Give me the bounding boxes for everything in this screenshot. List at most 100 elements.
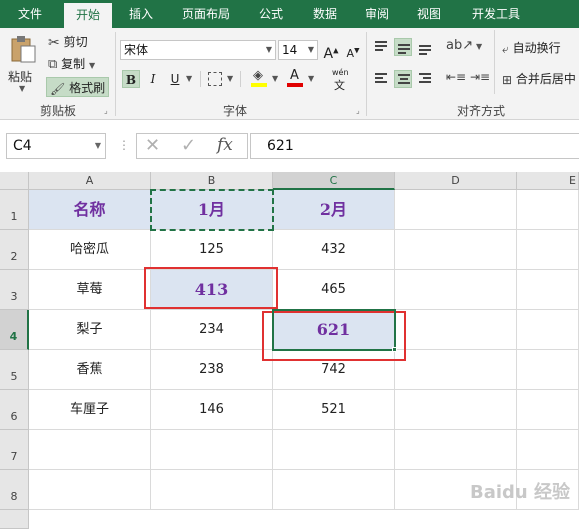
column-header-e[interactable]: E: [517, 172, 579, 190]
tab-file[interactable]: 文件: [0, 0, 60, 28]
merge-center-button[interactable]: ⊞ 合并后居中: [502, 69, 576, 89]
cell-b2[interactable]: 125: [151, 230, 273, 270]
phonetic-guide-button[interactable]: wén 文: [326, 68, 356, 92]
cell-b7[interactable]: [151, 430, 273, 470]
fill-handle[interactable]: [392, 347, 397, 352]
cell-d2[interactable]: [395, 230, 517, 270]
row-header-9[interactable]: [0, 510, 29, 529]
cell-a6[interactable]: 车厘子: [29, 390, 151, 430]
align-bottom-button[interactable]: [416, 38, 434, 56]
tab-view[interactable]: 视图: [406, 0, 452, 28]
row-header-3[interactable]: 3: [0, 270, 29, 310]
chevron-down-icon[interactable]: ▼: [272, 74, 278, 83]
cell-e1[interactable]: [517, 190, 579, 230]
font-color-button[interactable]: A: [286, 68, 306, 88]
cell-c7[interactable]: [273, 430, 395, 470]
column-header-c[interactable]: C: [273, 172, 395, 190]
cell-c3[interactable]: 465: [273, 270, 395, 310]
chevron-down-icon[interactable]: ▼: [227, 74, 233, 83]
column-header-d[interactable]: D: [395, 172, 517, 190]
formula-input[interactable]: 621: [250, 133, 579, 159]
row-header-5[interactable]: 5: [0, 350, 29, 390]
increase-font-size-button[interactable]: A▲: [322, 41, 340, 62]
column-header-a[interactable]: A: [29, 172, 151, 190]
tab-review[interactable]: 审阅: [354, 0, 400, 28]
decrease-font-size-button[interactable]: A▼: [344, 41, 362, 60]
align-middle-button[interactable]: [394, 38, 412, 56]
cell-a4[interactable]: 梨子: [29, 310, 151, 350]
font-size-select[interactable]: 14 ▼: [278, 40, 318, 60]
cancel-icon[interactable]: ✕: [145, 135, 160, 156]
cell-e3[interactable]: [517, 270, 579, 310]
cell-e6[interactable]: [517, 390, 579, 430]
borders-icon[interactable]: [208, 72, 222, 86]
cell-c1[interactable]: 2月: [273, 190, 395, 230]
font-name-select[interactable]: 宋体 ▼: [120, 40, 276, 60]
wrap-text-button[interactable]: ⤶ 自动换行: [502, 38, 561, 58]
select-all-corner[interactable]: [0, 172, 29, 190]
decrease-indent-icon[interactable]: ⇤≡: [446, 70, 466, 84]
copy-button[interactable]: ⧉ 复制 ▼: [48, 54, 95, 74]
row-header-6[interactable]: 6: [0, 390, 29, 430]
cell-a8[interactable]: [29, 470, 151, 510]
increase-indent-icon[interactable]: ⇥≡: [470, 70, 490, 84]
cell-a7[interactable]: [29, 430, 151, 470]
align-left-button[interactable]: [372, 70, 390, 88]
cell-c2[interactable]: 432: [273, 230, 395, 270]
cut-button[interactable]: ✂ 剪切: [48, 32, 88, 52]
align-center-button[interactable]: [394, 70, 412, 88]
cell-c8[interactable]: [273, 470, 395, 510]
cell-b4[interactable]: 234: [151, 310, 273, 350]
cell-a2[interactable]: 哈密瓜: [29, 230, 151, 270]
enter-icon[interactable]: ✓: [181, 135, 196, 156]
tab-developer[interactable]: 开发工具: [462, 0, 530, 28]
cell-a3[interactable]: 草莓: [29, 270, 151, 310]
tab-home[interactable]: 开始: [64, 3, 112, 28]
align-top-button[interactable]: [372, 38, 390, 56]
cell-b8[interactable]: [151, 470, 273, 510]
format-painter-button[interactable]: 🖌 格式刷: [46, 77, 110, 97]
fill-color-button[interactable]: ◈: [250, 68, 270, 88]
row-header-7[interactable]: 7: [0, 430, 29, 470]
alignment-group-label: 对齐方式: [456, 104, 505, 118]
ribbon-tab-bar: 文件 开始 插入 页面布局 公式 数据 审阅 视图 开发工具: [0, 0, 579, 28]
cell-b5[interactable]: 238: [151, 350, 273, 390]
row-header-4[interactable]: 4: [0, 310, 29, 350]
cell-a5[interactable]: 香蕉: [29, 350, 151, 390]
cell-a1[interactable]: 名称: [29, 190, 151, 230]
name-box[interactable]: C4 ▼: [6, 133, 106, 159]
tab-page-layout[interactable]: 页面布局: [172, 0, 240, 28]
cell-e5[interactable]: [517, 350, 579, 390]
underline-button[interactable]: U: [166, 70, 184, 88]
align-right-button[interactable]: [416, 70, 434, 88]
cell-e7[interactable]: [517, 430, 579, 470]
row-header-8[interactable]: 8: [0, 470, 29, 510]
tab-formulas[interactable]: 公式: [248, 0, 294, 28]
column-header-b[interactable]: B: [151, 172, 273, 190]
chevron-down-icon[interactable]: ▼: [476, 42, 482, 51]
chevron-down-icon[interactable]: ▼: [186, 74, 192, 83]
cell-e2[interactable]: [517, 230, 579, 270]
cell-d4[interactable]: [395, 310, 517, 350]
bold-button[interactable]: B: [122, 70, 140, 88]
paste-button[interactable]: 粘贴 ▼: [6, 32, 42, 96]
row-header-2[interactable]: 2: [0, 230, 29, 270]
cell-d5[interactable]: [395, 350, 517, 390]
row-header-1[interactable]: 1: [0, 190, 29, 230]
tab-data[interactable]: 数据: [302, 0, 348, 28]
tab-insert[interactable]: 插入: [116, 0, 166, 28]
cell-b6[interactable]: 146: [151, 390, 273, 430]
italic-button[interactable]: I: [144, 70, 162, 88]
cell-d6[interactable]: [395, 390, 517, 430]
dialog-launcher-icon[interactable]: ⌟: [104, 106, 108, 115]
insert-function-button[interactable]: fx: [217, 135, 233, 155]
cell-d1[interactable]: [395, 190, 517, 230]
cell-d3[interactable]: [395, 270, 517, 310]
cell-e4[interactable]: [517, 310, 579, 350]
orientation-icon[interactable]: ab↗: [446, 38, 473, 53]
cell-c6[interactable]: 521: [273, 390, 395, 430]
chevron-down-icon[interactable]: ▼: [308, 74, 314, 83]
scissors-icon: ✂: [48, 34, 60, 51]
dialog-launcher-icon[interactable]: ⌟: [356, 106, 360, 115]
cell-d7[interactable]: [395, 430, 517, 470]
